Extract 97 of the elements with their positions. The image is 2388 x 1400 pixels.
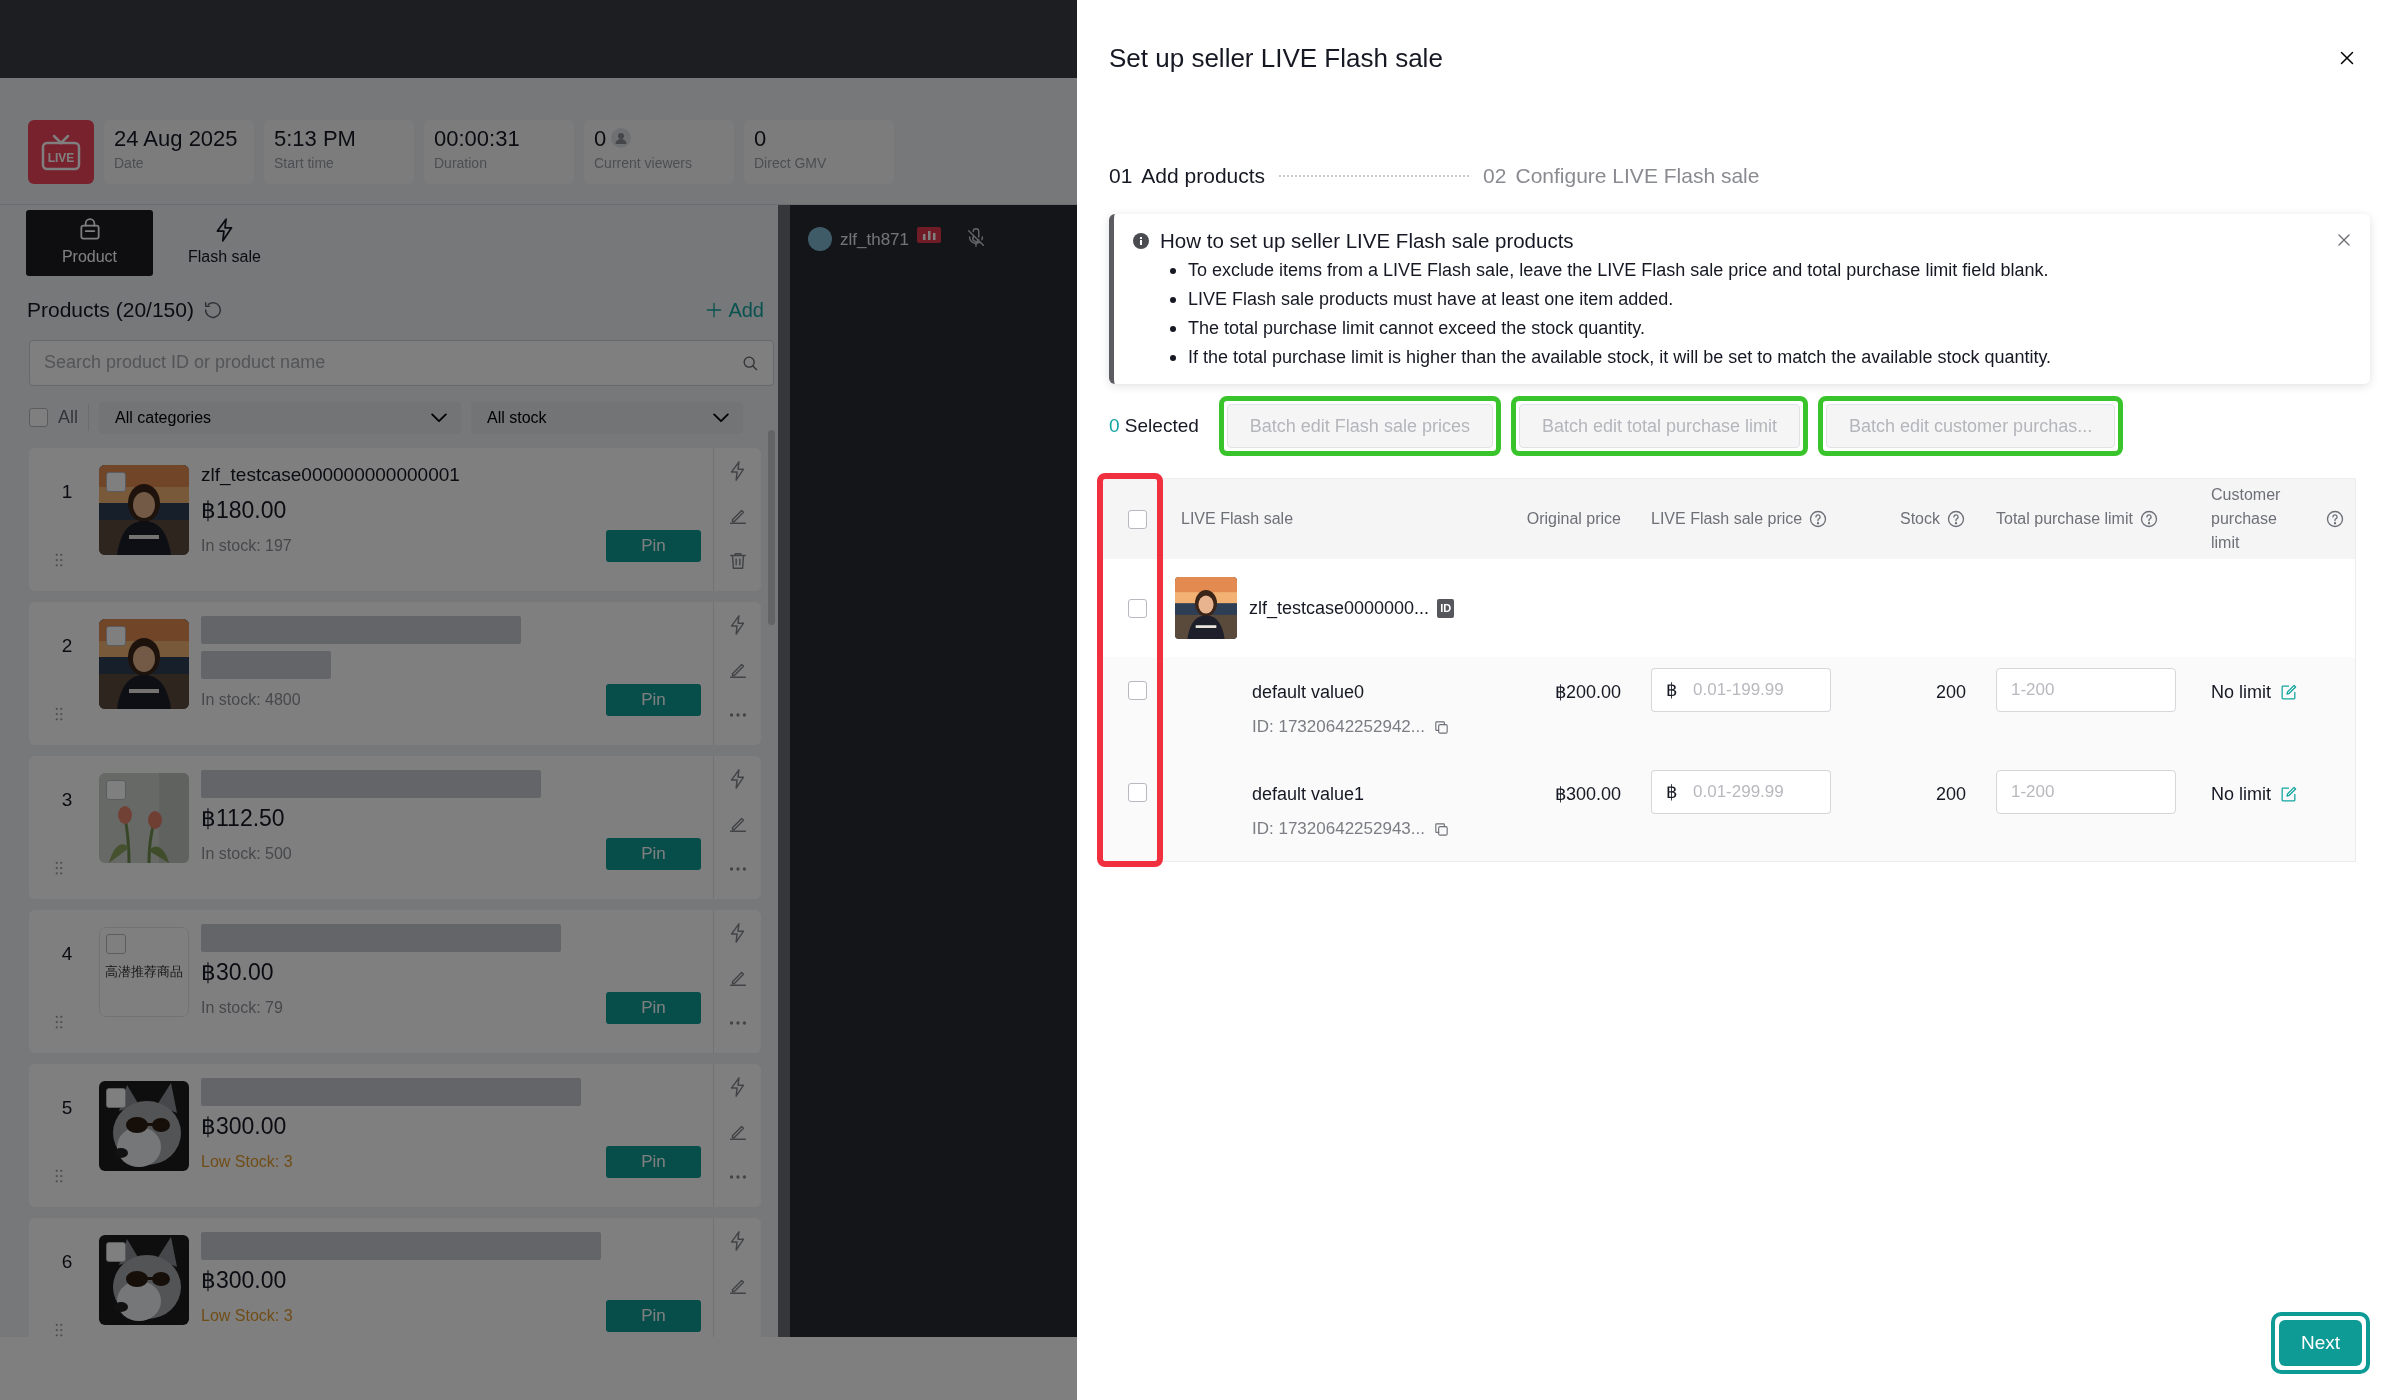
live-logo: LIVE	[28, 120, 94, 184]
add-link[interactable]: Add	[704, 294, 764, 325]
checkbox[interactable]	[1127, 681, 1147, 701]
limit-input[interactable]: 1-200	[1996, 770, 2176, 815]
pin-button[interactable]: Pin	[606, 837, 701, 870]
bullet-icon	[1170, 354, 1176, 361]
pin-button[interactable]: Pin	[606, 991, 701, 1024]
stock-text: In stock: 500	[201, 843, 292, 864]
bullet-icon	[1170, 267, 1176, 274]
item-number: 6	[61, 1249, 73, 1274]
column-header: Stock	[1900, 509, 1940, 530]
next-button[interactable]: Next	[2279, 1320, 2362, 1366]
item-number: 2	[61, 633, 73, 658]
checkbox[interactable]	[1127, 509, 1147, 529]
chevron-icon	[431, 413, 447, 422]
pin-button[interactable]: Pin	[606, 1299, 701, 1332]
info-icon	[1132, 231, 1150, 250]
checkbox-label: All	[58, 404, 89, 431]
item-number: 5	[61, 1095, 73, 1120]
filter-dropdown[interactable]: All stock	[471, 401, 743, 434]
limit-input[interactable]: 1-200	[1996, 668, 2176, 713]
pin-button[interactable]: Pin	[606, 529, 701, 562]
section-title: Products (20/150)	[27, 297, 194, 323]
image-caption: 高潜推荐商品	[105, 962, 183, 981]
mic-off-icon[interactable]	[965, 227, 987, 249]
stock-text: In stock: 4800	[201, 689, 301, 710]
product-price: ฿300.00	[201, 1112, 287, 1142]
notice-title: How to set up seller LIVE Flash sale products	[1160, 227, 1574, 254]
bullet-icon	[1170, 296, 1176, 303]
tab[interactable]: Product	[26, 210, 153, 276]
dialog-title: Set up seller LIVE Flash sale	[1109, 41, 1443, 75]
bullet-icon	[1170, 325, 1176, 332]
checkbox[interactable]	[1127, 598, 1147, 618]
notice-text: If the total purchase limit is higher than the available stock, it will be set to match the available stock quantity.	[1188, 346, 2052, 370]
column-header: Total purchase limit	[1996, 509, 2133, 530]
stock-value: 200	[1935, 784, 1966, 805]
stat-value: 24 Aug 2025	[114, 126, 238, 153]
username: zlf_th871	[840, 229, 909, 251]
column-header: LIVE Flash sale price	[1651, 509, 1803, 530]
step: 02 Configure LIVE Flash sale	[1483, 160, 1760, 192]
variant-id: ID: 17320642252942...	[1252, 716, 1425, 739]
pin-button[interactable]: Pin	[606, 1145, 701, 1178]
product-name: zlf_testcase0000000...	[1249, 596, 1430, 621]
stock-value: 200	[1935, 682, 1966, 703]
original-price: ฿200.00	[1554, 682, 1621, 703]
checkbox[interactable]	[106, 1087, 126, 1108]
avatar	[808, 227, 832, 251]
checkbox[interactable]	[106, 933, 126, 954]
original-price: ฿300.00	[1554, 784, 1621, 805]
column-header: Customer purchase limit	[2211, 485, 2282, 554]
help-icon[interactable]	[1808, 509, 1829, 530]
product-price: ฿30.00	[201, 958, 274, 988]
variant-name: default value0	[1252, 681, 1365, 705]
stat-value: 5:13 PM	[274, 126, 356, 153]
checkbox[interactable]	[106, 1241, 126, 1262]
help-icon[interactable]	[2325, 509, 2345, 530]
product-name: zlf_testcase000000000000001	[201, 463, 460, 488]
stat-value: 0	[754, 126, 767, 153]
limit-value: No limit	[2211, 681, 2271, 705]
chevron-icon	[713, 413, 729, 422]
variant-id: ID: 17320642252943...	[1252, 818, 1425, 841]
help-icon[interactable]	[1946, 509, 1966, 530]
stock-text: Low Stock: 3	[201, 1151, 293, 1172]
selection-count: 0 Selected	[1109, 414, 1199, 438]
checkbox[interactable]	[106, 779, 126, 800]
stock-text: In stock: 197	[201, 535, 292, 556]
checkbox[interactable]	[106, 471, 126, 492]
checkbox[interactable]	[1127, 783, 1147, 803]
filter-dropdown[interactable]: All categories	[99, 401, 461, 434]
step: 01 Add products	[1109, 160, 1266, 192]
person-icon	[610, 128, 631, 148]
product-price: ฿300.00	[201, 1266, 287, 1296]
stock-text: Low Stock: 3	[201, 1305, 293, 1326]
limit-value: No limit	[2211, 783, 2271, 807]
notice-text: To exclude items from a LIVE Flash sale, leave the LIVE Flash sale price and total purchase limit field blank.	[1188, 259, 2049, 283]
stock-text: In stock: 79	[201, 997, 283, 1018]
column-header: LIVE Flash sale	[1181, 509, 1294, 530]
product-price: ฿180.00	[201, 496, 287, 526]
copy-icon[interactable]	[1433, 820, 1450, 838]
stat-value: 0	[594, 126, 607, 153]
copy-icon[interactable]	[1433, 718, 1450, 736]
checkbox[interactable]	[106, 625, 126, 646]
column-header: Original price	[1526, 509, 1621, 530]
help-icon[interactable]	[2138, 509, 2159, 530]
notice-text: The total purchase limit cannot exceed the stock quantity.	[1188, 317, 1645, 341]
product-price: ฿112.50	[201, 804, 285, 834]
item-number: 4	[61, 941, 73, 966]
variant-name: default value1	[1252, 783, 1365, 807]
stat-value: 00:00:31	[434, 126, 520, 153]
pin-button[interactable]: Pin	[606, 683, 701, 716]
item-number: 1	[61, 479, 73, 504]
tab[interactable]: Flash sale	[161, 210, 288, 276]
id-badge: ID	[1437, 599, 1455, 618]
bar-chart-icon	[917, 227, 941, 243]
item-number: 3	[61, 787, 73, 812]
checkbox[interactable]	[29, 408, 48, 427]
notice-text: LIVE Flash sale products must have at least one item added.	[1188, 288, 1674, 312]
